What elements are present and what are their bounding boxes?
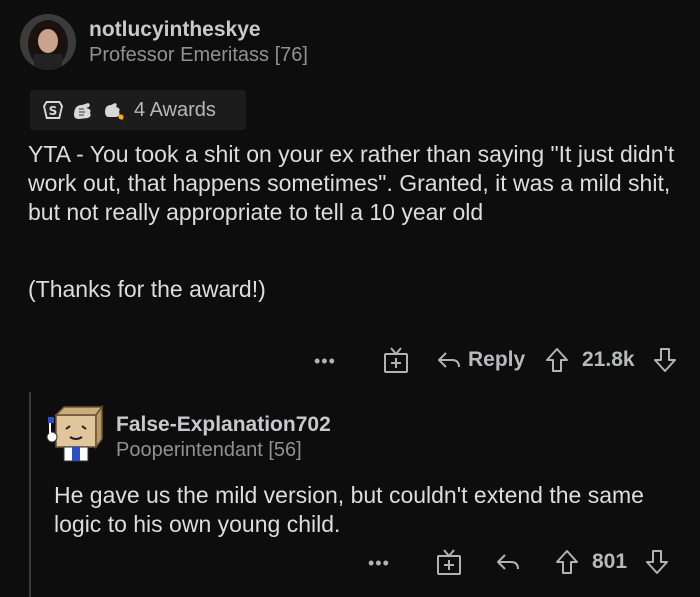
reply-give-award-icon[interactable] [436, 545, 462, 579]
downvote-button[interactable] [652, 343, 678, 377]
reply-downvote-button[interactable] [644, 545, 670, 579]
comment-paragraph: (Thanks for the award!) [28, 276, 266, 302]
reply-arrow-icon [438, 352, 460, 368]
comment-paragraph: YTA - You took a shit on your ex rather … [28, 141, 675, 225]
downvote-arrow-icon [646, 550, 668, 574]
thread-line[interactable] [29, 392, 31, 597]
silver-award-icon: S [38, 95, 68, 125]
downvote-arrow-icon [654, 348, 676, 372]
reply-button[interactable]: Reply [436, 343, 525, 377]
score: 21.8k [582, 348, 635, 371]
user-avatar[interactable] [20, 14, 76, 70]
reply-arrow-icon [497, 554, 519, 570]
upvote-button[interactable] [544, 343, 570, 377]
user-flair: Professor Emeritass [76] [89, 44, 308, 66]
rocket-like-award-icon [98, 95, 128, 125]
awards-count: 4 Awards [134, 98, 216, 121]
upvote-arrow-icon [546, 348, 568, 372]
reply-upvote-button[interactable] [554, 545, 580, 579]
comment-body: YTA - You took a shit on your ex rather … [28, 140, 678, 304]
svg-text:S: S [49, 104, 58, 118]
upvote-arrow-icon [556, 550, 578, 574]
more-options-button[interactable]: ••• [314, 344, 336, 378]
awards-bar[interactable]: S 4 Awards [30, 90, 246, 130]
reply-avatar[interactable] [46, 403, 104, 469]
reply-body: He gave us the mild version, but couldn'… [54, 481, 684, 539]
reply-paragraph: He gave us the mild version, but couldn'… [54, 482, 644, 537]
reply-username[interactable]: False-Explanation702 [116, 413, 331, 437]
username[interactable]: notlucyintheskye [89, 18, 261, 42]
reply-reply-button[interactable] [495, 545, 521, 579]
give-award-icon[interactable] [383, 343, 409, 377]
reply-score: 801 [592, 550, 628, 573]
reply-more-options-button[interactable]: ••• [368, 546, 390, 580]
reply-user-flair: Pooperintendant [56] [116, 439, 302, 461]
wholesome-award-icon [68, 95, 98, 125]
reply-label: Reply [468, 348, 526, 371]
